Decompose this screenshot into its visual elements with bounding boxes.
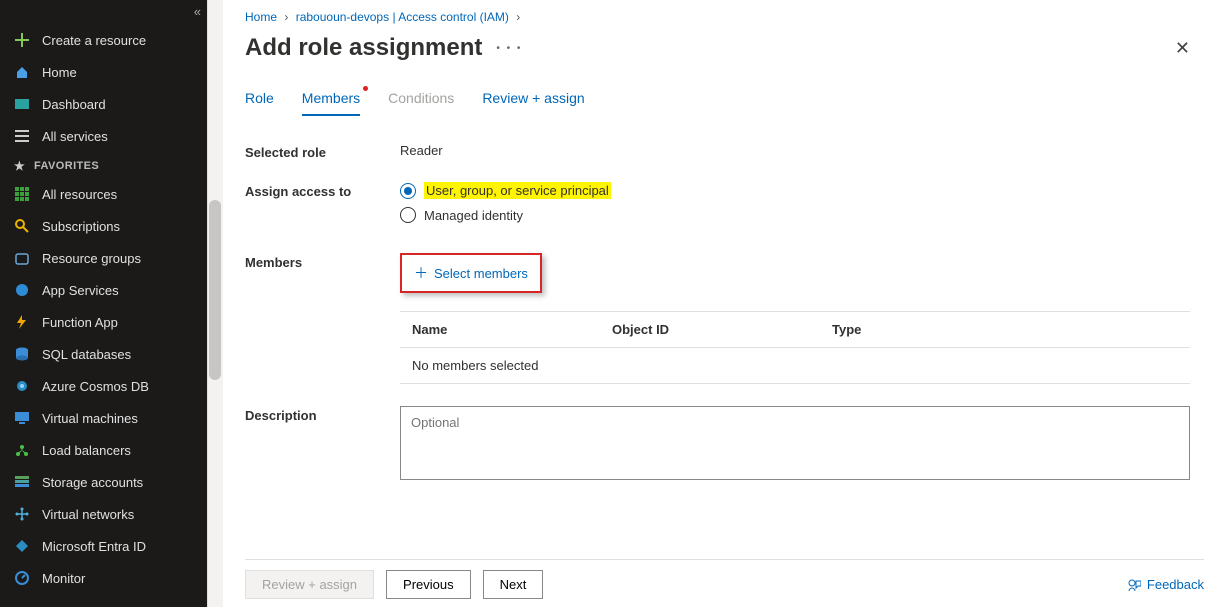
load-balancer-icon [14,442,30,458]
radio-icon [400,183,416,199]
plus-icon [14,32,30,48]
sidebar-item-load-balancers[interactable]: Load balancers [0,434,207,466]
col-type: Type [832,322,1178,337]
review-assign-button: Review + assign [245,570,374,599]
storage-icon [14,474,30,490]
sidebar-item-monitor[interactable]: Monitor [0,562,207,594]
sidebar-item-subscriptions[interactable]: Subscriptions [0,210,207,242]
chevron-right-icon: › [280,10,292,24]
sidebar-item-app-services[interactable]: App Services [0,274,207,306]
sidebar-collapse-icon[interactable]: « [194,4,201,19]
sidebar-item-cosmos-db[interactable]: Azure Cosmos DB [0,370,207,402]
sidebar-item-storage-accounts[interactable]: Storage accounts [0,466,207,498]
monitor-icon [14,570,30,586]
tab-conditions: Conditions [388,90,454,116]
cube-group-icon [14,250,30,266]
next-button[interactable]: Next [483,570,544,599]
tab-review-assign[interactable]: Review + assign [482,90,584,116]
tabs: Role Members Conditions Review + assign [245,90,1190,117]
radio-icon [400,207,416,223]
vnet-icon [14,506,30,522]
chevron-right-icon: › [512,10,524,24]
members-label: Members [245,253,400,270]
previous-button[interactable]: Previous [386,570,471,599]
col-object-id: Object ID [612,322,832,337]
sidebar-home[interactable]: Home [0,56,207,88]
list-icon [14,128,30,144]
vm-icon [14,410,30,426]
globe-icon [14,282,30,298]
bolt-icon [14,314,30,330]
breadcrumb: Home › rabououn-devops | Access control … [245,10,1190,24]
description-label: Description [245,406,400,423]
breadcrumb-iam[interactable]: rabououn-devops | Access control (IAM) [296,10,509,24]
select-members-button[interactable]: ＋ Select members [400,253,542,293]
sidebar-item-sql-databases[interactable]: SQL databases [0,338,207,370]
members-empty-message: No members selected [400,348,1190,384]
database-icon [14,346,30,362]
sidebar-item-resource-groups[interactable]: Resource groups [0,242,207,274]
radio-user-group-sp[interactable]: User, group, or service principal [400,182,1190,199]
selected-role-label: Selected role [245,143,400,160]
home-icon [14,64,30,80]
feedback-link[interactable]: Feedback [1127,577,1204,592]
page-title: Add role assignment [245,34,482,62]
cosmos-icon [14,378,30,394]
grid-icon [14,186,30,202]
radio-managed-identity[interactable]: Managed identity [400,207,1190,223]
feedback-icon [1127,578,1141,592]
entra-icon [14,538,30,554]
close-icon[interactable]: ✕ [1175,38,1190,59]
tab-members[interactable]: Members [302,90,360,116]
members-table: Name Object ID Type No members selected [400,311,1190,384]
sidebar-item-virtual-networks[interactable]: Virtual networks [0,498,207,530]
sidebar-item-entra-id[interactable]: Microsoft Entra ID [0,530,207,562]
selected-role-value: Reader [400,143,1190,160]
sidebar-create-resource[interactable]: Create a resource [0,24,207,56]
sidebar-all-services[interactable]: All services [0,120,207,152]
description-input[interactable] [400,406,1190,480]
col-name: Name [412,322,612,337]
sidebar-item-virtual-machines[interactable]: Virtual machines [0,402,207,434]
footer: Review + assign Previous Next Feedback [245,559,1204,599]
dashboard-icon [14,96,30,112]
more-icon[interactable]: • • • [496,43,522,54]
breadcrumb-home[interactable]: Home [245,10,277,24]
plus-icon: ＋ [414,263,428,283]
sidebar-favorites-header: FAVORITES [0,152,207,178]
radio-label-mi: Managed identity [424,208,523,223]
sidebar-item-all-resources[interactable]: All resources [0,178,207,210]
sidebar-item-function-app[interactable]: Function App [0,306,207,338]
assign-access-label: Assign access to [245,182,400,231]
radio-label-user: User, group, or service principal [424,182,611,199]
sidebar: « Create a resource Home Dashboard All s… [0,0,207,607]
notification-dot-icon [363,86,368,91]
key-icon [14,218,30,234]
main-panel: Home › rabououn-devops | Access control … [207,0,1220,607]
tab-role[interactable]: Role [245,90,274,116]
sidebar-dashboard[interactable]: Dashboard [0,88,207,120]
